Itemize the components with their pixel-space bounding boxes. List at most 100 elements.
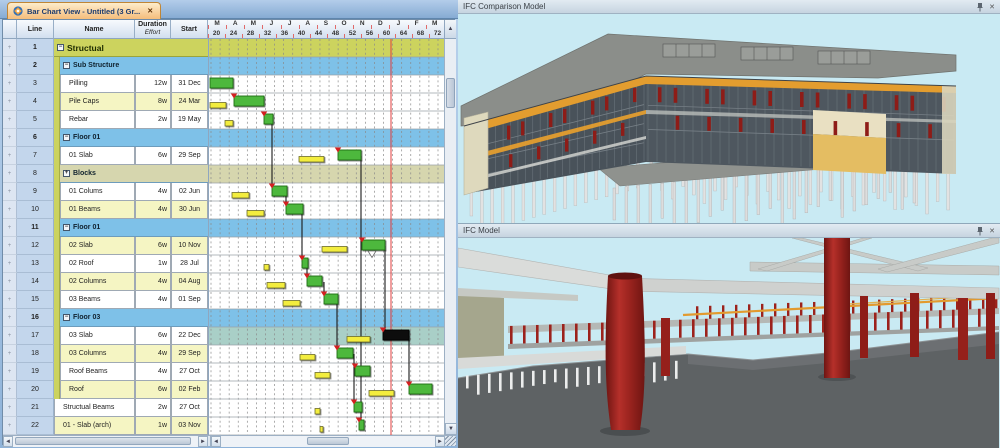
row-marker[interactable]: +: [3, 111, 17, 129]
section-name[interactable]: Floor 03: [73, 314, 100, 321]
gantt-bar-baseline[interactable]: [225, 121, 233, 127]
row-marker[interactable]: +: [3, 363, 17, 381]
section-name[interactable]: Sub Structure: [73, 62, 119, 69]
start-cell[interactable]: 27 Oct: [171, 363, 208, 381]
row-marker[interactable]: +: [3, 345, 17, 363]
duration-cell[interactable]: 4w: [135, 291, 171, 309]
section-name[interactable]: Blocks: [73, 170, 96, 177]
task-name-cell[interactable]: 02 Roof: [60, 255, 135, 273]
table-row[interactable]: +4Pile Caps8w24 Mar: [3, 93, 208, 111]
start-cell[interactable]: 30 Jun: [171, 201, 208, 219]
gantt-chart[interactable]: [208, 39, 444, 435]
gantt-bar-actual[interactable]: [359, 420, 364, 430]
table-row[interactable]: +11−Floor 01: [3, 219, 208, 237]
table-row[interactable]: +1402 Columns4w04 Aug: [3, 273, 208, 291]
gantt-bar-actual[interactable]: [338, 150, 361, 160]
table-row[interactable]: +5Rebar2w19 May: [3, 111, 208, 129]
row-marker[interactable]: +: [3, 57, 17, 75]
table-row[interactable]: +3Pilling12w31 Dec: [3, 75, 208, 93]
gantt-bar-actual[interactable]: [354, 402, 362, 412]
line-number[interactable]: 6: [17, 129, 54, 147]
vertical-scrollbar[interactable]: ▼: [444, 39, 456, 435]
collapse-icon[interactable]: −: [63, 62, 70, 69]
gantt-bar-actual[interactable]: [409, 384, 432, 394]
line-number[interactable]: 1: [17, 39, 54, 57]
vertical-scroll-thumb[interactable]: [446, 78, 455, 108]
duration-cell[interactable]: 4w: [135, 345, 171, 363]
gantt-bar-baseline[interactable]: [299, 157, 324, 163]
line-number[interactable]: 9: [17, 183, 54, 201]
gantt-bar-actual[interactable]: [272, 186, 287, 196]
start-cell[interactable]: 01 Sep: [171, 291, 208, 309]
start-cell[interactable]: 10 Nov: [171, 237, 208, 255]
line-number[interactable]: 7: [17, 147, 54, 165]
resize-grip[interactable]: [444, 435, 456, 446]
gantt-bar-baseline[interactable]: [210, 103, 226, 109]
duration-cell[interactable]: 4w: [135, 273, 171, 291]
table-row[interactable]: +1302 Roof1w28 Jul: [3, 255, 208, 273]
timeline-header[interactable]: MAMJJASONDJFM 20242832364044485256606468…: [208, 20, 444, 39]
table-row[interactable]: +1−Structual: [3, 39, 208, 57]
table-scroll-left-button[interactable]: ◄: [3, 436, 13, 447]
duration-cell[interactable]: 8w: [135, 93, 171, 111]
task-name-cell[interactable]: 01 - Slab (arch): [54, 417, 135, 435]
duration-cell[interactable]: 4w: [135, 201, 171, 219]
task-name-cell[interactable]: 03 Beams: [60, 291, 135, 309]
gantt-bar-actual[interactable]: [362, 240, 385, 250]
line-number[interactable]: 5: [17, 111, 54, 129]
table-row[interactable]: +21Structual Beams2w27 Oct: [3, 399, 208, 417]
close-icon[interactable]: ✕: [989, 227, 995, 235]
section-row-cell[interactable]: −Floor 03: [60, 309, 208, 327]
summary-row-cell[interactable]: −Structual: [54, 39, 208, 57]
gantt-bar-baseline[interactable]: [247, 211, 264, 217]
start-cell[interactable]: 02 Jun: [171, 183, 208, 201]
gantt-hscrollbar[interactable]: ◄ ►: [210, 436, 444, 447]
line-number[interactable]: 11: [17, 219, 54, 237]
gantt-bar-baseline[interactable]: [369, 391, 394, 397]
row-marker[interactable]: +: [3, 183, 17, 201]
task-name-cell[interactable]: 03 Columns: [60, 345, 135, 363]
duration-cell[interactable]: 6w: [135, 147, 171, 165]
collapse-icon[interactable]: −: [57, 44, 64, 51]
header-duration[interactable]: Duration Effort: [135, 20, 171, 39]
start-cell[interactable]: 29 Sep: [171, 345, 208, 363]
row-marker[interactable]: +: [3, 381, 17, 399]
gantt-bar-baseline[interactable]: [232, 193, 249, 199]
table-row[interactable]: +1703 Slab6w22 Dec: [3, 327, 208, 345]
table-row[interactable]: +18 03 Columns4w29 Sep: [3, 345, 208, 363]
line-number[interactable]: 13: [17, 255, 54, 273]
task-name-cell[interactable]: Structual Beams: [54, 399, 135, 417]
task-name-cell[interactable]: Roof Beams: [60, 363, 135, 381]
table-row[interactable]: +20Roof6w02 Feb: [3, 381, 208, 399]
pin-icon[interactable]: [976, 226, 984, 236]
row-marker[interactable]: +: [3, 201, 17, 219]
start-cell[interactable]: 19 May: [171, 111, 208, 129]
section-row-cell[interactable]: −Sub Structure: [60, 57, 208, 75]
duration-cell[interactable]: 4w: [135, 183, 171, 201]
duration-cell[interactable]: 2w: [135, 111, 171, 129]
task-name-cell[interactable]: 01 Colums: [60, 183, 135, 201]
gantt-bar-actual[interactable]: [210, 78, 233, 88]
gantt-scroll-thumb[interactable]: [307, 437, 349, 445]
duration-cell[interactable]: 2w: [135, 399, 171, 417]
tab-bar-chart-view[interactable]: Bar Chart View - Untitled (3 Gr... ✕: [7, 2, 161, 19]
line-number[interactable]: 8: [17, 165, 54, 183]
table-row[interactable]: +1001 Beams4w30 Jun: [3, 201, 208, 219]
row-marker[interactable]: +: [3, 273, 17, 291]
section-name[interactable]: Floor 01: [73, 224, 100, 231]
line-number[interactable]: 19: [17, 363, 54, 381]
collapse-icon[interactable]: −: [63, 314, 70, 321]
gantt-bar-baseline[interactable]: [347, 337, 370, 343]
collapse-icon[interactable]: −: [63, 134, 70, 141]
row-marker[interactable]: +: [3, 165, 17, 183]
row-marker[interactable]: +: [3, 147, 17, 165]
line-number[interactable]: 18: [17, 345, 54, 363]
line-number[interactable]: 20: [17, 381, 54, 399]
gantt-scroll-left-button[interactable]: ◄: [211, 436, 221, 447]
row-marker[interactable]: +: [3, 237, 17, 255]
collapse-icon[interactable]: −: [63, 224, 70, 231]
row-marker[interactable]: +: [3, 93, 17, 111]
gantt-bar-baseline[interactable]: [320, 427, 323, 433]
task-name-cell[interactable]: 03 Slab: [60, 327, 135, 345]
gantt-bar-baseline[interactable]: [283, 301, 300, 307]
